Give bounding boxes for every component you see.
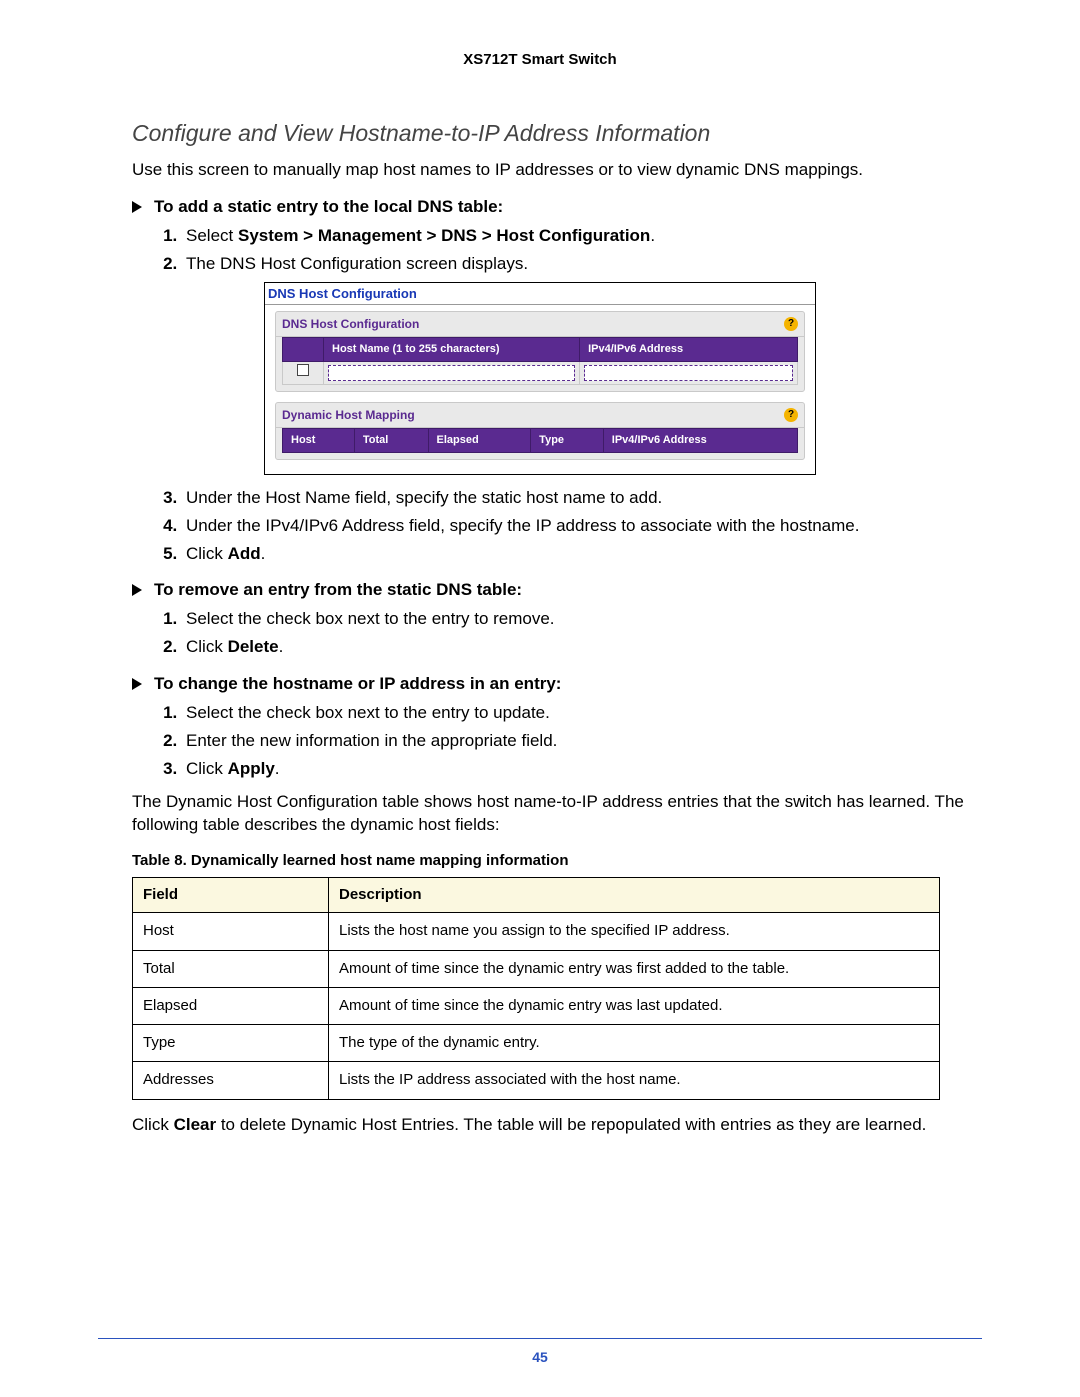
step-text: Under the IPv4/IPv6 Address field, speci…: [186, 516, 859, 535]
step-post: .: [279, 637, 284, 656]
proc2-steps: Select the check box next to the entry t…: [156, 608, 982, 659]
th-field: Field: [133, 878, 329, 913]
step-post: .: [275, 759, 280, 778]
proc3-heading-text: To change the hostname or IP address in …: [154, 673, 561, 696]
text-bold: Clear: [174, 1115, 217, 1134]
table-row: [283, 361, 798, 384]
col-select: [283, 337, 324, 361]
col-address: IPv4/IPv6 Address: [580, 337, 798, 361]
row-checkbox[interactable]: [297, 364, 309, 376]
step-text: Select the check box next to the entry t…: [186, 703, 550, 722]
cell-desc: The type of the dynamic entry.: [329, 1025, 940, 1062]
proc3-steps: Select the check box next to the entry t…: [156, 702, 982, 781]
cell-field: Type: [133, 1025, 329, 1062]
dynamic-intro: The Dynamic Host Configuration table sho…: [132, 791, 982, 837]
intro-paragraph: Use this screen to manually map host nam…: [132, 159, 982, 182]
cell-desc: Amount of time since the dynamic entry w…: [329, 950, 940, 987]
cell-field: Total: [133, 950, 329, 987]
step-text: Click: [186, 637, 228, 656]
address-input[interactable]: [584, 365, 793, 381]
cell-desc: Lists the IP address associated with the…: [329, 1062, 940, 1099]
arrow-icon: [132, 201, 142, 213]
step-text: Select: [186, 226, 238, 245]
dynamic-host-table: Host Total Elapsed Type IPv4/IPv6 Addres…: [282, 428, 798, 453]
page-number: 45: [0, 1348, 1080, 1367]
cell-desc: Lists the host name you assign to the sp…: [329, 913, 940, 950]
host-config-table: Host Name (1 to 255 characters) IPv4/IPv…: [282, 337, 798, 385]
proc1-steps-before: Select System > Management > DNS > Host …: [156, 225, 982, 565]
table-row: TotalAmount of time since the dynamic en…: [133, 950, 940, 987]
step-post: .: [650, 226, 655, 245]
proc3-step-1: Select the check box next to the entry t…: [182, 702, 982, 725]
step-post: .: [261, 544, 266, 563]
table-row: ElapsedAmount of time since the dynamic …: [133, 987, 940, 1024]
col-address: IPv4/IPv6 Address: [603, 428, 797, 452]
help-icon[interactable]: ?: [784, 408, 798, 422]
step-bold: Add: [228, 544, 261, 563]
col-total: Total: [354, 428, 428, 452]
arrow-icon: [132, 584, 142, 596]
arrow-icon: [132, 678, 142, 690]
table-caption: Table 8. Dynamically learned host name m…: [132, 851, 982, 871]
doc-header: XS712T Smart Switch: [98, 50, 982, 70]
th-description: Description: [329, 878, 940, 913]
proc2-step-1: Select the check box next to the entry t…: [182, 608, 982, 631]
cell-field: Host: [133, 913, 329, 950]
text: to delete Dynamic Host Entries. The tabl…: [216, 1115, 926, 1134]
footer-rule: [98, 1338, 982, 1339]
cell-field: Addresses: [133, 1062, 329, 1099]
table-row: TypeThe type of the dynamic entry.: [133, 1025, 940, 1062]
table-row: AddressesLists the IP address associated…: [133, 1062, 940, 1099]
dns-config-screenshot: DNS Host Configuration DNS Host Configur…: [264, 282, 816, 475]
step-text: Click: [186, 759, 228, 778]
proc1-heading-text: To add a static entry to the local DNS t…: [154, 196, 503, 219]
proc1-step-3: Under the Host Name field, specify the s…: [182, 487, 982, 510]
text: Click: [132, 1115, 174, 1134]
step-bold: Delete: [228, 637, 279, 656]
cell-desc: Amount of time since the dynamic entry w…: [329, 987, 940, 1024]
proc2-heading: To remove an entry from the static DNS t…: [132, 579, 982, 602]
window-title: DNS Host Configuration: [265, 283, 815, 305]
col-host: Host: [283, 428, 355, 452]
panel2-title: Dynamic Host Mapping: [282, 407, 415, 423]
col-elapsed: Elapsed: [428, 428, 531, 452]
step-text: The DNS Host Configuration screen displa…: [186, 254, 528, 273]
help-icon[interactable]: ?: [784, 317, 798, 331]
col-type: Type: [531, 428, 604, 452]
desc-table: Field Description HostLists the host nam…: [132, 877, 940, 1100]
proc3-step-2: Enter the new information in the appropr…: [182, 730, 982, 753]
step-text: Under the Host Name field, specify the s…: [186, 488, 662, 507]
proc3-step-3: Click Apply.: [182, 758, 982, 781]
proc1-step-2: The DNS Host Configuration screen displa…: [182, 253, 982, 475]
panel1-title: DNS Host Configuration: [282, 316, 419, 332]
table-row: HostLists the host name you assign to th…: [133, 913, 940, 950]
proc3-heading: To change the hostname or IP address in …: [132, 673, 982, 696]
proc1-step-5: Click Add.: [182, 543, 982, 566]
step-text: Select the check box next to the entry t…: [186, 609, 555, 628]
step-bold: System > Management > DNS > Host Configu…: [238, 226, 650, 245]
proc2-step-2: Click Delete.: [182, 636, 982, 659]
step-bold: Apply: [228, 759, 275, 778]
proc1-heading: To add a static entry to the local DNS t…: [132, 196, 982, 219]
cell-field: Elapsed: [133, 987, 329, 1024]
col-hostname: Host Name (1 to 255 characters): [324, 337, 580, 361]
dynamic-host-mapping-panel: Dynamic Host Mapping ? Host Total Elapse…: [275, 402, 805, 460]
proc1-step-4: Under the IPv4/IPv6 Address field, speci…: [182, 515, 982, 538]
clear-note: Click Clear to delete Dynamic Host Entri…: [132, 1114, 982, 1137]
hostname-input[interactable]: [328, 365, 575, 381]
proc2-heading-text: To remove an entry from the static DNS t…: [154, 579, 522, 602]
dns-host-config-panel: DNS Host Configuration ? Host Name (1 to…: [275, 311, 805, 392]
proc1-step-1: Select System > Management > DNS > Host …: [182, 225, 982, 248]
step-text: Enter the new information in the appropr…: [186, 731, 557, 750]
step-text: Click: [186, 544, 228, 563]
section-title: Configure and View Hostname-to-IP Addres…: [132, 118, 982, 149]
